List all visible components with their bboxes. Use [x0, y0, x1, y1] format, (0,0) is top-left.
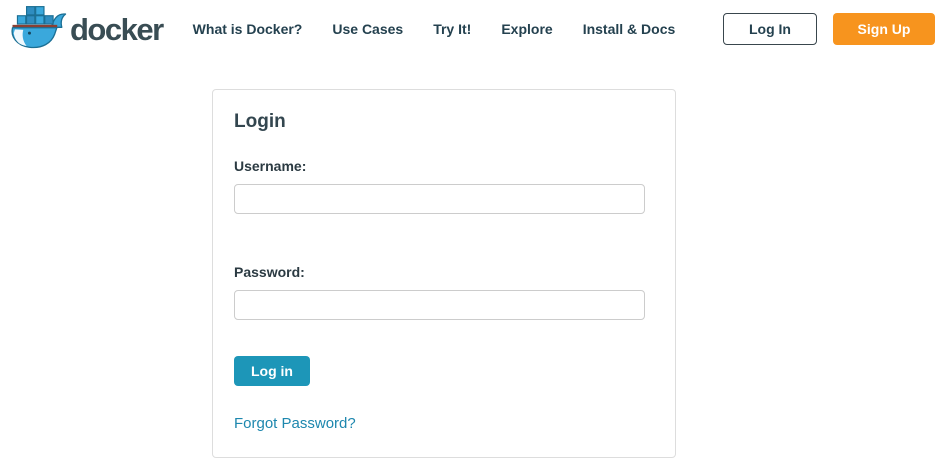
nav-try-it[interactable]: Try It! [433, 21, 471, 37]
docker-whale-icon [10, 4, 68, 54]
header-login-button[interactable]: Log In [723, 13, 817, 45]
main-nav: What is Docker? Use Cases Try It! Explor… [193, 21, 676, 37]
username-group: Username: [234, 158, 654, 214]
nav-use-cases[interactable]: Use Cases [332, 21, 403, 37]
header-actions: Log In Sign Up [723, 13, 935, 45]
login-card-title: Login [234, 111, 654, 133]
brand-wordmark: docker [70, 14, 163, 45]
nav-install-docs[interactable]: Install & Docs [583, 21, 676, 37]
password-label: Password: [234, 264, 654, 280]
docker-logo[interactable]: docker [10, 4, 163, 54]
login-submit-button[interactable]: Log in [234, 356, 310, 386]
nav-what-is-docker[interactable]: What is Docker? [193, 21, 303, 37]
password-input[interactable] [234, 290, 645, 320]
nav-explore[interactable]: Explore [501, 21, 552, 37]
header: docker What is Docker? Use Cases Try It!… [0, 0, 947, 58]
submit-row: Log in [234, 356, 654, 415]
username-label: Username: [234, 158, 654, 174]
login-card: Login Username: Password: Log in Forgot … [212, 89, 676, 458]
header-signup-button[interactable]: Sign Up [833, 13, 935, 45]
forgot-password-link[interactable]: Forgot Password? [234, 415, 356, 432]
password-group: Password: [234, 264, 654, 320]
username-input[interactable] [234, 184, 645, 214]
